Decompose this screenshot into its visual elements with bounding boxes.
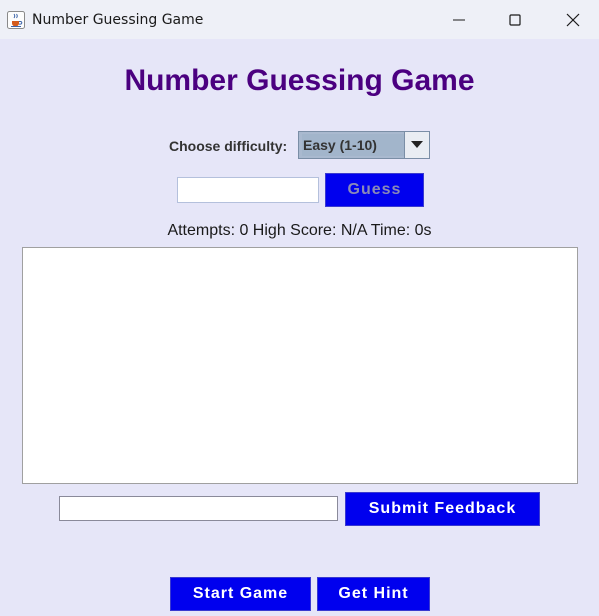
difficulty-select[interactable]: Easy (1-10) xyxy=(298,131,430,159)
difficulty-selected-value: Easy (1-10) xyxy=(302,134,406,156)
chevron-down-icon xyxy=(411,141,423,148)
difficulty-label: Choose difficulty: xyxy=(169,138,288,154)
window-title: Number Guessing Game xyxy=(32,12,204,28)
close-icon xyxy=(566,13,580,27)
start-game-button[interactable]: Start Game xyxy=(170,577,311,611)
window-titlebar[interactable]: Number Guessing Game xyxy=(0,0,599,39)
minimize-icon xyxy=(453,19,465,21)
minimize-button[interactable] xyxy=(436,0,482,39)
status-text: Attempts: 0 High Score: N/A Time: 0s xyxy=(167,222,432,239)
maximize-icon xyxy=(509,14,521,26)
submit-feedback-button[interactable]: Submit Feedback xyxy=(345,492,540,526)
difficulty-dropdown-button[interactable] xyxy=(404,132,429,158)
java-cup-icon xyxy=(7,11,25,29)
feedback-input[interactable] xyxy=(59,496,338,521)
close-button[interactable] xyxy=(550,0,596,39)
main-panel: Number Guessing Game Choose difficulty: … xyxy=(0,39,599,616)
get-hint-button[interactable]: Get Hint xyxy=(317,577,430,611)
maximize-button[interactable] xyxy=(492,0,538,39)
guess-input[interactable] xyxy=(177,177,319,203)
page-title: Number Guessing Game xyxy=(124,64,475,97)
guess-button[interactable]: Guess xyxy=(325,173,424,207)
output-text-area[interactable] xyxy=(22,247,578,484)
